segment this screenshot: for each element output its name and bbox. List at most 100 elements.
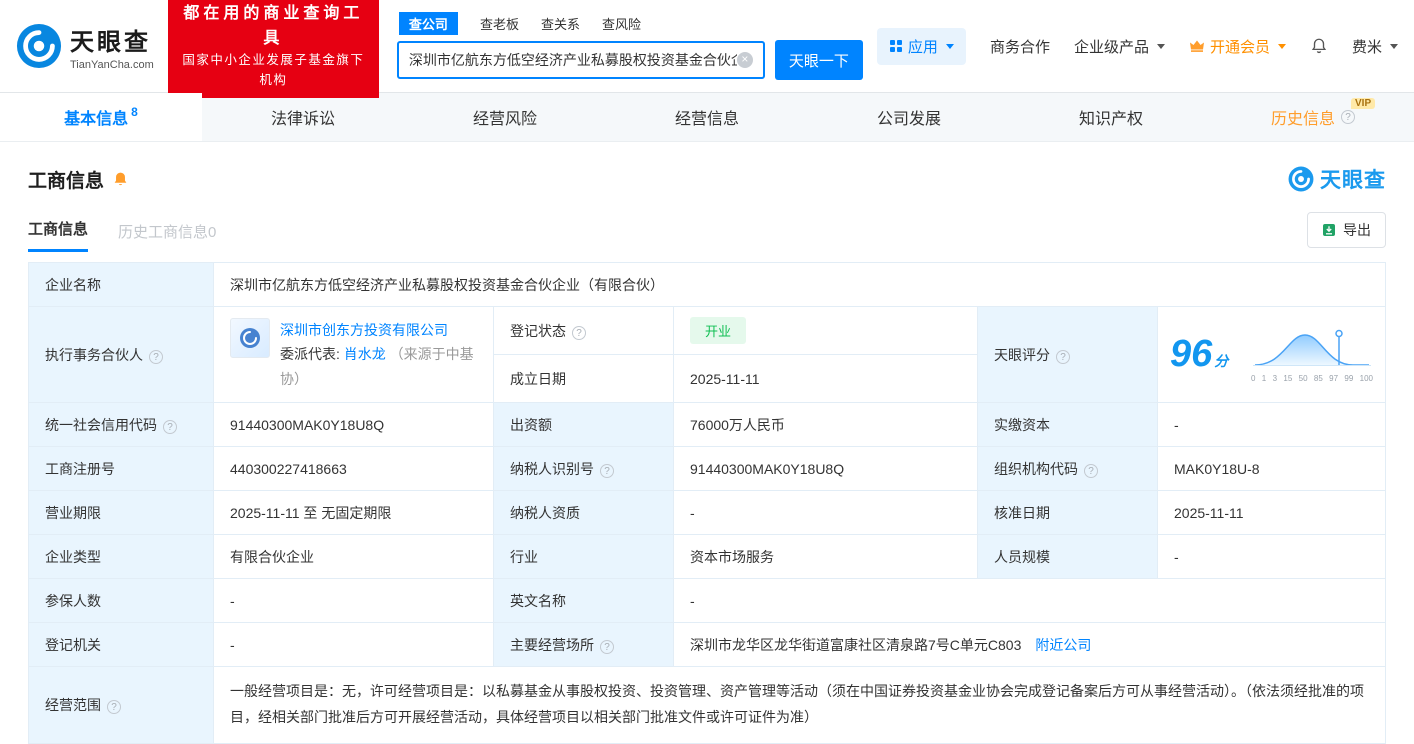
business-cooperation-link[interactable]: 商务合作 (990, 36, 1050, 57)
org-code-value: MAK0Y18U-8 (1158, 447, 1386, 491)
status-badge: 开业 (690, 317, 746, 344)
chevron-down-icon (1157, 44, 1165, 49)
search-tab-relation[interactable]: 查关系 (541, 14, 580, 33)
help-icon[interactable] (600, 640, 614, 654)
banner-line1: 都在用的商业查询工具 (180, 2, 367, 52)
field-label: 营业期限 (29, 491, 214, 535)
table-row: 企业名称 深圳市亿航东方低空经济产业私募股权投资基金合伙企业（有限合伙） (29, 263, 1386, 307)
partner-company-link[interactable]: 深圳市创东方投资有限公司 (280, 322, 448, 338)
section-title: 工商信息 (28, 166, 104, 193)
search-input[interactable] (409, 52, 737, 68)
subtab-business-info[interactable]: 工商信息 (28, 218, 88, 252)
reg-status-value: 开业 (674, 307, 978, 355)
tab-history-info[interactable]: VIP 历史信息 (1212, 93, 1414, 141)
membership-menu[interactable]: 开通会员 (1189, 36, 1286, 57)
search-input-box[interactable] (397, 41, 765, 79)
enterprise-products-menu[interactable]: 企业级产品 (1074, 36, 1165, 57)
credit-code-value: 91440300MAK0Y18U8Q (214, 403, 494, 447)
nearby-companies-link[interactable]: 附近公司 (1035, 635, 1091, 655)
tab-intellectual-property[interactable]: 知识产权 (1010, 93, 1212, 141)
user-menu[interactable]: 费米 (1352, 36, 1398, 57)
tianyancha-logo-icon (16, 23, 62, 69)
score-value: 96分 (1170, 333, 1228, 376)
business-address-cell: 深圳市龙华区龙华街道富康社区清泉路7号C单元C803 附近公司 (674, 623, 1386, 667)
partner-rep-link[interactable]: 肖水龙 (344, 346, 386, 362)
field-label: 企业类型 (29, 535, 214, 579)
partner-logo-mark (238, 326, 262, 350)
subtab-history-business-info[interactable]: 历史工商信息0 (118, 221, 216, 252)
establish-date-value: 2025-11-11 (674, 355, 978, 403)
help-icon[interactable] (1084, 464, 1098, 478)
company-section-tabs: 基本信息 8 法律诉讼 经营风险 经营信息 公司发展 知识产权 VIP 历史信息 (0, 92, 1414, 142)
apps-grid-icon (889, 39, 903, 53)
reg-authority-value: - (214, 623, 494, 667)
apps-menu[interactable]: 应用 (877, 28, 966, 65)
alert-bell-icon[interactable] (112, 171, 129, 188)
export-button[interactable]: 导出 (1307, 212, 1386, 248)
taxpayer-quality-value: - (674, 491, 978, 535)
notification-bell[interactable] (1310, 37, 1328, 55)
field-label: 执行事务合伙人 (29, 307, 214, 403)
field-label: 经营范围 (29, 667, 214, 744)
field-label: 天眼评分 (978, 307, 1158, 403)
help-icon[interactable] (572, 326, 586, 340)
top-header: 天眼查 TianYanCha.com 都在用的商业查询工具 国家中小企业发展子基… (0, 0, 1414, 92)
field-label: 行业 (494, 535, 674, 579)
enterprise-label: 企业级产品 (1074, 36, 1149, 57)
field-label: 人员规模 (978, 535, 1158, 579)
field-label: 参保人数 (29, 579, 214, 623)
search-tab-boss[interactable]: 查老板 (480, 14, 519, 33)
field-label: 实缴资本 (978, 403, 1158, 447)
search-button[interactable]: 天眼一下 (775, 40, 863, 80)
tab-operating-risk[interactable]: 经营风险 (404, 93, 606, 141)
english-name-value: - (674, 579, 1386, 623)
field-label: 登记状态 (494, 307, 674, 355)
table-row: 参保人数 - 英文名称 - (29, 579, 1386, 623)
subtab-row: 工商信息 历史工商信息0 导出 (28, 212, 1386, 252)
help-icon[interactable] (107, 700, 121, 714)
insured-count-value: - (214, 579, 494, 623)
table-row: 营业期限 2025-11-11 至 无固定期限 纳税人资质 - 核准日期 202… (29, 491, 1386, 535)
business-term-value: 2025-11-11 至 无固定期限 (214, 491, 494, 535)
field-label: 纳税人资质 (494, 491, 674, 535)
field-label: 企业名称 (29, 263, 214, 307)
field-label: 成立日期 (494, 355, 674, 403)
help-icon[interactable] (1056, 350, 1070, 364)
tab-basic-info[interactable]: 基本信息 8 (0, 93, 202, 141)
tab-legal-litigation[interactable]: 法律诉讼 (202, 93, 404, 141)
staff-size-value: - (1158, 535, 1386, 579)
paid-capital-value: - (1158, 403, 1386, 447)
cooperation-label: 商务合作 (990, 36, 1050, 57)
score-cell: 96分 (1158, 307, 1386, 403)
tab-label: 历史信息 (1271, 105, 1335, 129)
table-row: 登记机关 - 主要经营场所 深圳市龙华区龙华街道富康社区清泉路7号C单元C803… (29, 623, 1386, 667)
promo-banner: 都在用的商业查询工具 国家中小企业发展子基金旗下机构 (168, 0, 379, 98)
tianyancha-logo[interactable]: 天眼查 TianYanCha.com (16, 22, 154, 71)
clear-icon[interactable] (737, 52, 753, 68)
bell-icon (1310, 37, 1328, 55)
tab-label: 公司发展 (877, 105, 941, 129)
bell-curve-graphic (1251, 327, 1373, 371)
tab-label: 知识产权 (1079, 105, 1143, 129)
field-label: 英文名称 (494, 579, 674, 623)
field-label: 核准日期 (978, 491, 1158, 535)
tab-label: 法律诉讼 (271, 105, 335, 129)
field-label: 组织机构代码 (978, 447, 1158, 491)
tab-label: 经营风险 (473, 105, 537, 129)
help-icon[interactable] (149, 350, 163, 364)
watermark-text: 天眼查 (1320, 164, 1386, 194)
search-tab-risk[interactable]: 查风险 (602, 14, 641, 33)
help-icon[interactable] (163, 420, 177, 434)
table-row: 经营范围 一般经营项目是：无，许可经营项目是：以私募基金从事股权投资、投资管理、… (29, 667, 1386, 744)
help-icon[interactable] (1341, 110, 1355, 124)
tab-operating-info[interactable]: 经营信息 (606, 93, 808, 141)
tab-count-badge: 8 (131, 105, 138, 119)
username: 费米 (1352, 36, 1382, 57)
search-tab-company[interactable]: 查公司 (399, 12, 458, 35)
tab-company-development[interactable]: 公司发展 (808, 93, 1010, 141)
banner-line2: 国家中小企业发展子基金旗下机构 (180, 51, 367, 90)
help-icon[interactable] (600, 464, 614, 478)
chevron-down-icon (1278, 44, 1286, 49)
field-label: 出资额 (494, 403, 674, 447)
tab-label: 基本信息 (64, 105, 128, 129)
